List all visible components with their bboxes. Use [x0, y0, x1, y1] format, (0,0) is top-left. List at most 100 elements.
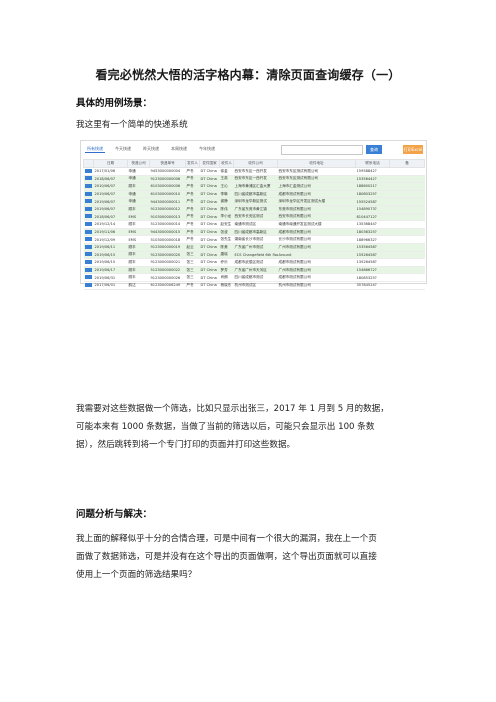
table-cell: [389, 266, 425, 275]
table-row[interactable]: 2017/06/01 韵达 6123000006249 严冬 DT China 杨晓东 杭州…: [83, 281, 425, 290]
query-button[interactable]: 查询: [366, 145, 382, 154]
checkbox-icon[interactable]: [84, 168, 92, 173]
table-row[interactable]: 2019/06/07 申通 9443000000011 严冬 DT China 谢静 深圳市…: [83, 197, 425, 206]
table-cell: 广东省广州市测试: [233, 243, 278, 252]
table-cell: 2019/06/17: [93, 266, 128, 275]
row-select-checkbox[interactable]: [83, 243, 94, 252]
column-header[interactable]: 收件地址: [277, 159, 356, 168]
row-select-checkbox[interactable]: [83, 258, 94, 267]
table-cell: 赵云: [185, 243, 200, 252]
table-cell: 成都市测试有限公司: [277, 190, 356, 199]
checkbox-icon[interactable]: [84, 206, 92, 211]
column-header[interactable]: 快递单号: [149, 159, 186, 168]
table-row[interactable]: 2019/06/15 顺丰 9123000000021 张三 DT China 乔乐 成都市…: [83, 258, 425, 267]
tab-year[interactable]: 今年快递: [197, 145, 217, 153]
row-select-checkbox[interactable]: [83, 228, 94, 237]
table-row[interactable]: 2019/12/09 EMS 5103000000018 严冬 DT China 张先生湖…: [83, 235, 425, 244]
row-select-checkbox[interactable]: [83, 251, 94, 260]
table-cell: 2019/12/09: [93, 235, 128, 244]
row-select-checkbox[interactable]: [83, 167, 94, 176]
table-cell: 张三: [185, 273, 200, 282]
table-row[interactable]: 2019/06/17 顺丰 5123000000022 张三 DT China 罗芳 广东省…: [83, 266, 425, 275]
checkbox-icon[interactable]: [84, 221, 92, 226]
table-row[interactable]: 2018/06/07 EMS 9103000000013 严冬 DT China 李小龙西…: [83, 213, 425, 222]
row-select-checkbox[interactable]: [83, 235, 94, 244]
table-cell: 严冬: [185, 281, 200, 290]
column-header[interactable]: 收件公司: [233, 159, 278, 168]
checkbox-icon[interactable]: [84, 199, 92, 204]
row-select-checkbox[interactable]: [83, 197, 94, 206]
row-select-checkbox[interactable]: [83, 281, 94, 290]
row-select-checkbox[interactable]: [83, 273, 94, 282]
column-header[interactable]: [83, 159, 94, 168]
table-row[interactable]: 2019/06/11 顺丰 9123000000019 赵云 DT China 陈美 广东省…: [83, 243, 425, 252]
table-cell: ECS Changefield 6th floor: [233, 251, 278, 260]
row-select-checkbox[interactable]: [83, 190, 94, 199]
checkbox-icon[interactable]: [84, 183, 92, 188]
table-row[interactable]: 2019/06/15 顺丰 9123000000020 张三 DT China 唐晓 ECS…: [83, 251, 425, 260]
print-button[interactable]: 打印Excel: [403, 145, 423, 154]
column-header[interactable]: 发件人: [185, 159, 200, 168]
column-header[interactable]: 备: [389, 159, 425, 168]
table-cell: 顺丰: [127, 266, 150, 275]
tab-all[interactable]: 所有快递: [85, 145, 105, 153]
table-row[interactable]: 2019/06/07 申通 6103000000010 严冬 DT China 李琳 四川省…: [83, 190, 425, 199]
checkbox-icon[interactable]: [84, 275, 92, 280]
tab-yesterday[interactable]: 昨天快递: [141, 145, 161, 153]
column-header[interactable]: 快递公司: [127, 159, 150, 168]
table-cell: Around: [277, 251, 356, 260]
table-cell: 2019/11/06: [93, 228, 128, 237]
table-cell: DT China: [199, 258, 220, 267]
table-cell: 13536844?: [355, 220, 390, 229]
column-header[interactable]: 收件人: [219, 159, 234, 168]
section-heading-usecase: 具体的用例场景：: [76, 98, 153, 109]
checkbox-icon[interactable]: [84, 267, 92, 272]
checkbox-icon[interactable]: [84, 191, 92, 196]
table-cell: 赵安生: [219, 220, 234, 229]
paragraph-line: 据），然后跳转到将一个专门打印的页面并打印这些数据。: [76, 440, 296, 450]
table-cell: 张波: [219, 228, 234, 237]
table-cell: 顺丰: [127, 273, 150, 282]
table-row[interactable]: 2018/06/07 申通 9123000000006 严冬 DT China 王英 西安市…: [83, 175, 425, 184]
table-cell: [389, 220, 425, 229]
table-row[interactable]: 2019/06/31 顺丰 9123000000026 张三 DT China 肖朗 四川省…: [83, 273, 425, 282]
row-select-checkbox[interactable]: [83, 205, 94, 214]
checkbox-icon[interactable]: [84, 252, 92, 257]
row-select-checkbox[interactable]: [83, 266, 94, 275]
checkbox-icon[interactable]: [84, 259, 92, 264]
table-cell: 2019/06/11: [93, 243, 128, 252]
table-cell: 申通: [127, 167, 150, 176]
checkbox-icon[interactable]: [84, 229, 92, 234]
table-cell: 9123000000019: [149, 243, 186, 252]
table-row[interactable]: 2019/06/07 顺丰 9123000000012 严冬 DT China 陈伟 广东省…: [83, 205, 425, 214]
column-header[interactable]: 日期: [93, 159, 128, 168]
search-input[interactable]: [281, 145, 363, 155]
row-select-checkbox[interactable]: [83, 175, 94, 184]
row-select-checkbox[interactable]: [83, 213, 94, 222]
intro-paragraph: 我这里有一个简单的快递系统: [76, 120, 188, 130]
row-select-checkbox[interactable]: [83, 182, 94, 191]
table-cell: 18860021?: [355, 182, 390, 191]
table-cell: 罗芳: [219, 266, 234, 275]
checkbox-icon[interactable]: [84, 282, 92, 287]
table-cell: 13526458?: [355, 258, 390, 267]
tab-week[interactable]: 本周快递: [169, 145, 189, 153]
checkbox-icon[interactable]: [84, 237, 92, 242]
table-row[interactable]: 2019/12/14 顺丰 5123000000014 严冬 DT China 赵安生 南通…: [83, 220, 425, 229]
table-cell: 杭州市测试区: [233, 281, 278, 290]
table-cell: [389, 213, 425, 222]
column-header[interactable]: 联系电话: [355, 159, 390, 168]
checkbox-icon[interactable]: [84, 244, 92, 249]
table-row[interactable]: 2019/11/06 EMS 9443000000015 严冬 DT China 张波 四川…: [83, 228, 425, 237]
row-select-checkbox[interactable]: [83, 220, 94, 229]
table-cell: DT China: [199, 228, 220, 237]
table-row[interactable]: 2010/06/07 顺丰 6103000000006 严冬 DT China 王沁 上海市…: [83, 182, 425, 191]
checkbox-icon[interactable]: [84, 214, 92, 219]
column-header[interactable]: 发件国家: [199, 159, 220, 168]
table-cell: DT China: [199, 167, 220, 176]
table-cell: 2017/06/01: [93, 281, 128, 290]
tab-today[interactable]: 今天快递: [113, 145, 133, 153]
table-cell: DT China: [199, 281, 220, 290]
checkbox-icon[interactable]: [84, 176, 92, 181]
table-row[interactable]: 2017/01/06 申通 9453000000004 严冬 DT China 徐金 西安市…: [83, 167, 425, 176]
